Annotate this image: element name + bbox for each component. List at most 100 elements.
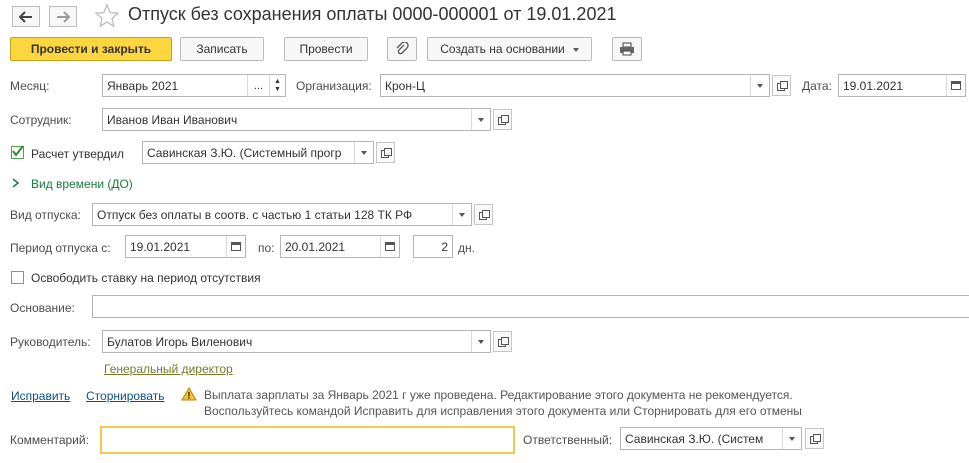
calc-approved-field[interactable]: Савинская З.Ю. (Системный прогр [142, 141, 374, 164]
leave-type-open-button[interactable] [474, 204, 493, 225]
star-icon [94, 3, 120, 28]
arrow-left-icon [19, 10, 32, 23]
period-from-label: Период отпуска с: [10, 241, 111, 255]
open-icon [380, 148, 392, 158]
post-button[interactable]: Провести [284, 37, 368, 61]
manager-value: Булатов Игорь Виленович [107, 334, 253, 349]
employee-open-button[interactable] [493, 109, 512, 130]
employee-value: Иванов Иван Иванович [107, 112, 238, 127]
organization-dropdown-button[interactable] [750, 75, 769, 96]
open-icon [478, 210, 490, 220]
time-type-group-toggle[interactable]: Вид времени (ДО) [31, 177, 133, 191]
stepper-up-icon[interactable]: ▲ [274, 78, 281, 86]
warning-line-2: Воспользуйтесь командой Исправить для ис… [204, 404, 802, 418]
period-to-label: по: [258, 241, 275, 255]
manager-position-link[interactable]: Генеральный директор [104, 362, 233, 376]
chevron-down-icon [478, 117, 484, 122]
days-unit-label: дн. [458, 241, 475, 255]
open-icon [776, 81, 788, 91]
warning-line-1: Выплата зарплаты за Январь 2021 г уже пр… [204, 388, 793, 402]
create-basis-button[interactable]: Создать на основании [427, 37, 592, 61]
leave-type-label: Вид отпуска: [10, 208, 81, 222]
month-label: Месяц: [10, 79, 50, 93]
responsible-dropdown-button[interactable] [782, 428, 801, 449]
employee-field[interactable]: Иванов Иван Иванович [102, 108, 491, 131]
organization-value: Крон-Ц [385, 78, 425, 93]
chevron-down-icon [757, 83, 763, 88]
open-icon [809, 434, 821, 444]
forward-button[interactable] [49, 6, 77, 27]
responsible-field[interactable]: Савинская З.Ю. (Систем [620, 427, 802, 450]
period-from-field[interactable]: 19.01.2021 [125, 235, 246, 258]
stepper-down-icon[interactable]: ▼ [274, 86, 281, 94]
calc-approved-open-button[interactable] [376, 142, 395, 163]
period-to-calendar-button[interactable] [380, 236, 399, 257]
responsible-label: Ответственный: [523, 433, 613, 447]
leave-type-dropdown-button[interactable] [452, 204, 471, 225]
date-label: Дата: [802, 79, 832, 93]
leave-type-field[interactable]: Отпуск без оплаты в соотв. с частью 1 ст… [92, 203, 472, 226]
checkmark-icon [12, 145, 24, 157]
calendar-icon [231, 242, 241, 251]
manager-dropdown-button[interactable] [471, 331, 490, 352]
period-to-value: 20.01.2021 [285, 239, 346, 254]
organization-open-button[interactable] [772, 75, 791, 96]
employee-dropdown-button[interactable] [471, 109, 490, 130]
attach-button[interactable] [387, 37, 417, 61]
period-from-value: 19.01.2021 [130, 239, 191, 254]
free-rate-checkbox[interactable] [11, 271, 24, 284]
basis-field[interactable] [92, 295, 969, 318]
month-field[interactable]: Январь 2021 ... ▲ ▼ [102, 74, 286, 97]
employee-label: Сотрудник: [10, 113, 72, 127]
manager-field[interactable]: Булатов Игорь Виленович [102, 330, 491, 353]
days-value: 2 [441, 239, 448, 254]
period-to-field[interactable]: 20.01.2021 [280, 235, 400, 258]
date-value: 19.01.2021 [843, 78, 904, 93]
comment-field[interactable] [100, 426, 515, 454]
days-field[interactable]: 2 [413, 235, 453, 258]
manager-open-button[interactable] [493, 331, 512, 352]
chevron-right-icon[interactable] [12, 177, 20, 191]
print-button[interactable] [612, 37, 642, 61]
reverse-link[interactable]: Сторнировать [86, 389, 164, 403]
organization-label: Организация: [296, 79, 372, 93]
leave-type-value: Отпуск без оплаты в соотв. с частью 1 ст… [97, 207, 413, 222]
post-and-close-button[interactable]: Провести и закрыть [10, 37, 172, 61]
date-calendar-button[interactable] [946, 75, 965, 96]
period-from-calendar-button[interactable] [226, 236, 245, 257]
chevron-down-icon [572, 42, 579, 56]
open-icon [497, 337, 509, 347]
page-title: Отпуск без сохранения оплаты 0000-000001… [128, 4, 617, 24]
save-button[interactable]: Записать [180, 37, 264, 61]
month-stepper[interactable]: ▲ ▼ [269, 75, 285, 96]
favorite-button[interactable] [94, 3, 120, 29]
calc-approved-checkbox[interactable] [11, 145, 24, 159]
calendar-icon [385, 242, 395, 251]
responsible-value: Савинская З.Ю. (Систем [625, 431, 764, 446]
warning-icon [181, 387, 197, 404]
responsible-open-button[interactable] [805, 428, 824, 449]
create-basis-label: Создать на основании [440, 42, 565, 56]
manager-label: Руководитель: [10, 335, 91, 349]
comment-label: Комментарий: [10, 433, 89, 447]
calendar-icon [951, 81, 961, 90]
calc-approved-dropdown-button[interactable] [354, 142, 373, 163]
calc-approved-label[interactable]: Расчет утвердил [31, 147, 124, 161]
chevron-down-icon [789, 436, 795, 441]
paperclip-icon [396, 42, 409, 55]
chevron-down-icon [361, 150, 367, 155]
arrow-right-icon [57, 10, 70, 23]
back-button[interactable] [12, 6, 40, 27]
calc-approved-value: Савинская З.Ю. (Системный прогр [147, 145, 342, 160]
basis-label: Основание: [10, 301, 75, 315]
open-icon [497, 115, 509, 125]
chevron-down-icon [459, 212, 465, 217]
printer-icon [620, 42, 634, 56]
organization-field[interactable]: Крон-Ц [380, 74, 770, 97]
chevron-down-icon [478, 339, 484, 344]
date-field[interactable]: 19.01.2021 [838, 74, 966, 97]
month-value: Январь 2021 [107, 78, 179, 93]
month-select-button[interactable]: ... [247, 75, 269, 96]
fix-link[interactable]: Исправить [11, 389, 70, 403]
free-rate-label[interactable]: Освободить ставку на период отсутствия [31, 271, 261, 285]
